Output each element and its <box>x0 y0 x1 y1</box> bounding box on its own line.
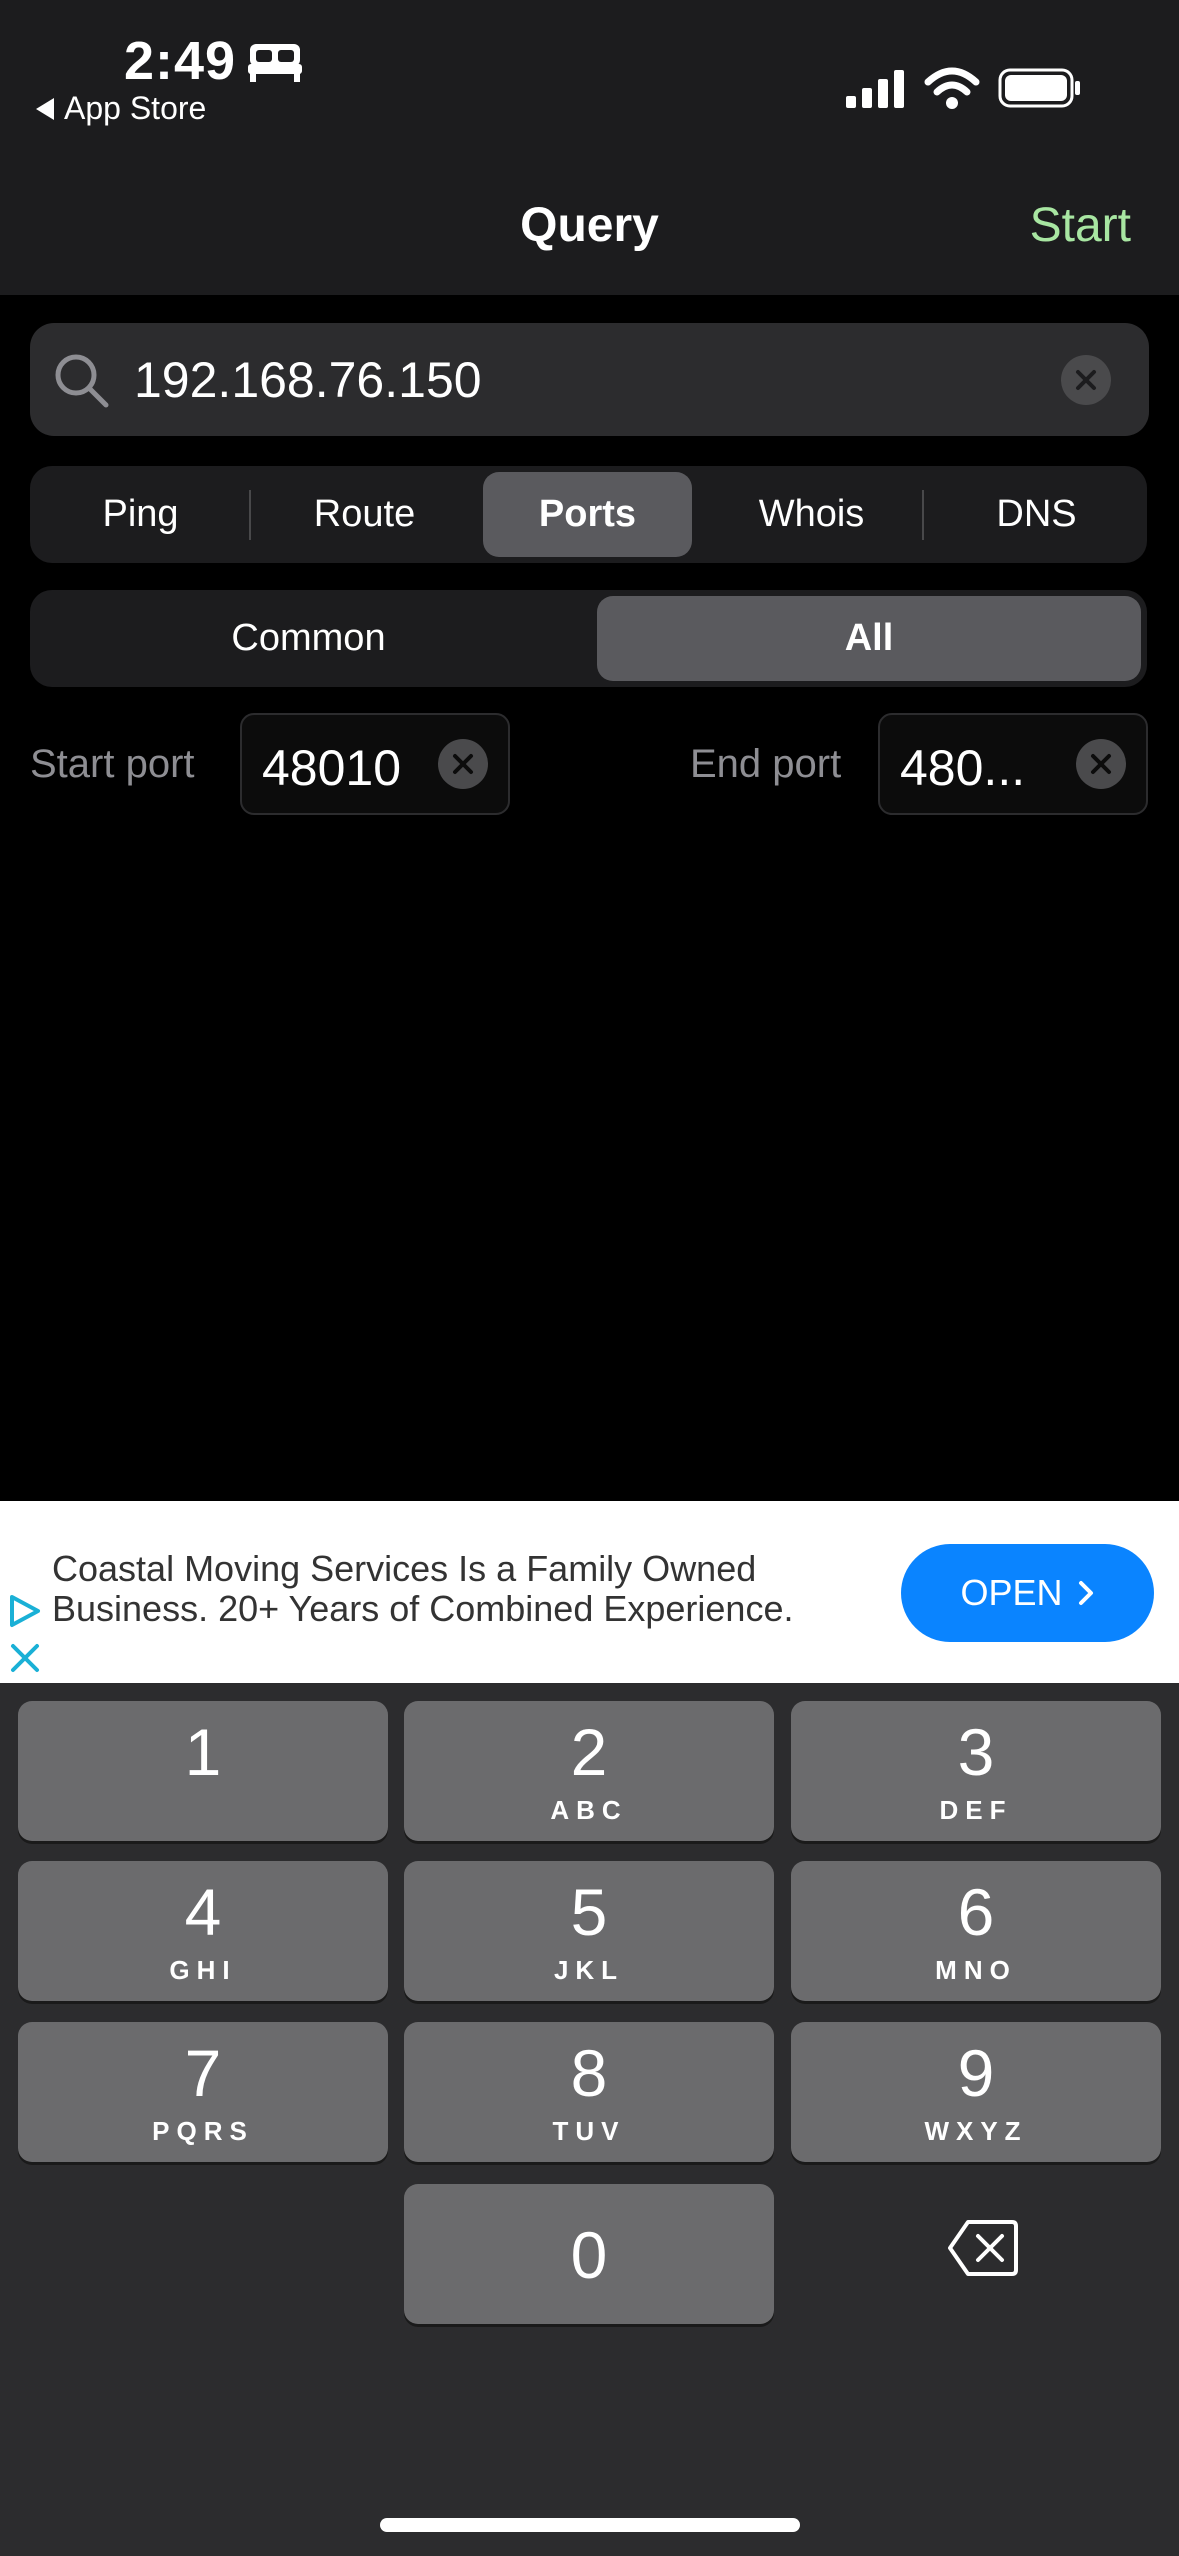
tool-tabs: Ping Route Ports Whois DNS <box>30 466 1147 563</box>
end-port-label: End port <box>690 742 842 786</box>
key-digit: 5 <box>570 1875 608 1949</box>
start-port-label: Start port <box>30 742 195 786</box>
key-letters: JKL <box>553 1955 625 1985</box>
key-0[interactable]: 0 <box>404 2184 774 2324</box>
key-4[interactable]: 4 GHI <box>18 1861 388 2001</box>
ad-open-button[interactable]: OPEN <box>901 1544 1154 1642</box>
status-time: 2:49 <box>124 31 237 91</box>
host-search-field[interactable]: 192.168.76.150 <box>30 323 1149 436</box>
ad-close-icon[interactable] <box>10 1643 40 1673</box>
chevron-right-icon <box>1078 1581 1093 1605</box>
search-icon <box>55 354 109 408</box>
page-title: Query <box>520 199 659 252</box>
key-3[interactable]: 3 DEF <box>791 1701 1161 1841</box>
key-5[interactable]: 5 JKL <box>404 1861 774 2001</box>
key-digit: 3 <box>957 1715 995 1789</box>
key-digit: 8 <box>570 2036 608 2110</box>
end-port-value[interactable]: 480... <box>900 739 1025 797</box>
backspace-icon[interactable] <box>946 2218 1020 2278</box>
key-letters: PQRS <box>152 2116 254 2146</box>
clear-search-button[interactable] <box>1061 355 1111 405</box>
clear-start-port-button[interactable] <box>438 739 488 789</box>
start-port-value[interactable]: 48010 <box>262 739 401 797</box>
ad-line-1: Coastal Moving Services Is a Family Owne… <box>52 1549 757 1589</box>
tab-route[interactable]: Route <box>260 472 469 557</box>
key-digit: 6 <box>957 1875 995 1949</box>
home-indicator[interactable] <box>380 2518 800 2532</box>
key-6[interactable]: 6 MNO <box>791 1861 1161 2001</box>
key-7[interactable]: 7 PQRS <box>18 2022 388 2162</box>
ad-choices-icon[interactable] <box>6 1593 42 1629</box>
key-letters: GHI <box>169 1955 237 1985</box>
back-to-app-store[interactable]: App Store <box>36 90 206 127</box>
divider <box>922 490 924 540</box>
back-app-label: App Store <box>64 90 207 126</box>
clear-icon <box>453 754 473 774</box>
bed-icon <box>248 44 302 82</box>
ad-banner[interactable]: Coastal Moving Services Is a Family Owne… <box>0 1501 1179 1683</box>
key-8[interactable]: 8 TUV <box>404 2022 774 2162</box>
ad-text: Coastal Moving Services Is a Family Owne… <box>52 1549 882 1629</box>
end-port-field[interactable]: 480... <box>878 713 1148 815</box>
key-digit: 4 <box>184 1875 222 1949</box>
key-letters: ABC <box>550 1795 628 1825</box>
key-digit: 0 <box>570 2218 608 2292</box>
key-9[interactable]: 9 WXYZ <box>791 2022 1161 2162</box>
key-digit: 7 <box>184 2036 222 2110</box>
port-mode-segment: Common All <box>30 590 1147 687</box>
key-letters: MNO <box>935 1955 1017 1985</box>
key-digit: 9 <box>957 2036 995 2110</box>
mode-common[interactable]: Common <box>36 596 581 681</box>
tab-ports[interactable]: Ports <box>483 472 692 557</box>
key-letters: TUV <box>552 2116 626 2146</box>
mode-all[interactable]: All <box>597 596 1141 681</box>
ad-line-2: Business. 20+ Years of Combined Experien… <box>52 1588 794 1629</box>
key-1[interactable]: 1 <box>18 1701 388 1841</box>
signal-icon <box>846 70 904 108</box>
tab-ping[interactable]: Ping <box>36 472 245 557</box>
tab-whois[interactable]: Whois <box>707 472 916 557</box>
key-letters: DEF <box>939 1795 1013 1825</box>
start-port-field[interactable]: 48010 <box>240 713 510 815</box>
key-letters: WXYZ <box>924 2116 1028 2146</box>
clear-icon <box>1076 370 1096 390</box>
ad-open-label: OPEN <box>960 1572 1063 1613</box>
key-digit: 2 <box>570 1715 608 1789</box>
tab-dns[interactable]: DNS <box>932 472 1141 557</box>
host-input-value[interactable]: 192.168.76.150 <box>134 351 482 409</box>
key-digit: 1 <box>184 1715 222 1789</box>
back-arrow-icon <box>36 97 54 120</box>
start-button[interactable]: Start <box>1030 198 1131 253</box>
battery-icon <box>998 68 1080 108</box>
divider <box>249 490 251 540</box>
wifi-icon <box>924 67 980 109</box>
header: 2:49 App Store Query Start <box>0 0 1179 295</box>
clear-end-port-button[interactable] <box>1076 739 1126 789</box>
key-2[interactable]: 2 ABC <box>404 1701 774 1841</box>
clear-icon <box>1091 754 1111 774</box>
